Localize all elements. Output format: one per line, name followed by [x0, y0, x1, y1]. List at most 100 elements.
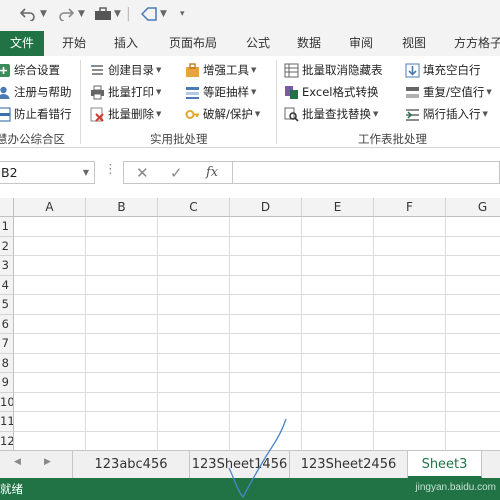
settings-icon — [0, 63, 11, 78]
row-header-2[interactable]: 2 — [0, 236, 14, 256]
batch-find-replace-label: 批量查找替换 — [302, 107, 371, 121]
register-help-button[interactable]: 注册与帮助 — [0, 82, 72, 102]
row-header-7[interactable]: 7 — [0, 334, 14, 354]
tab-insert[interactable]: 插入 — [104, 31, 148, 56]
register-help-label: 注册与帮助 — [14, 85, 72, 99]
sheet-tab-123abc456[interactable]: 123abc456 — [72, 451, 190, 478]
crack-protect-label: 破解/保护 — [203, 107, 253, 121]
toolbox-icon — [185, 62, 200, 78]
cancel-icon[interactable]: ✕ — [136, 164, 149, 182]
customize-icon[interactable]: ▾ — [180, 3, 185, 25]
column-header-d[interactable]: D — [230, 198, 302, 217]
create-directory-button[interactable]: 创建目录 ▼ — [90, 60, 161, 80]
gridline-horizontal — [14, 411, 500, 412]
gridline-horizontal — [14, 235, 500, 237]
chevron-down-icon: ▼ — [156, 66, 162, 74]
batch-delete-button[interactable]: 批量删除 ▼ — [90, 104, 161, 124]
row-header-12[interactable]: 12 — [0, 431, 14, 450]
column-header-c[interactable]: C — [158, 198, 230, 217]
sheet-tab-bar: ◀ ▶ 123abc456 123Sheet1456 123Sheet2456 … — [0, 450, 500, 478]
excel-format-convert-button[interactable]: Excel格式转换 — [284, 82, 378, 102]
row-header-5[interactable]: 5 — [0, 295, 14, 315]
duplicate-empty-rows-label: 重复/空值行 — [423, 85, 485, 99]
general-settings-label: 综合设置 — [14, 63, 60, 77]
chevron-down-icon: ▼ — [486, 88, 492, 96]
equidistant-sampling-button[interactable]: 等距抽样 ▼ — [185, 82, 256, 102]
group-separator — [80, 60, 81, 144]
chevron-down-icon: ▼ — [251, 88, 257, 96]
insert-alternate-rows-button[interactable]: 隔行插入行 ▼ — [405, 104, 488, 124]
row-header-10[interactable]: 10 — [0, 392, 14, 412]
row-header-11[interactable]: 11 — [0, 412, 14, 432]
convert-icon — [284, 85, 299, 100]
shape-icon[interactable] — [140, 3, 158, 25]
create-directory-label: 创建目录 — [108, 63, 154, 77]
user-help-icon — [0, 85, 11, 100]
printer-icon — [90, 85, 105, 100]
row-header-4[interactable]: 4 — [0, 275, 14, 295]
quick-access-toolbar: ▼ ▼ ▼ | ▼ ▾ — [0, 0, 500, 31]
duplicate-empty-rows-button[interactable]: 重复/空值行 ▼ — [405, 82, 492, 102]
gridline-horizontal — [14, 274, 500, 276]
column-header-b[interactable]: B — [86, 198, 158, 217]
undo-dropdown-icon[interactable]: ▼ — [40, 3, 47, 25]
batch-print-button[interactable]: 批量打印 ▼ — [90, 82, 161, 102]
toolbox-icon[interactable] — [94, 3, 112, 25]
sheet-tab-123sheet1456[interactable]: 123Sheet1456 — [190, 451, 290, 478]
batch-find-replace-button[interactable]: 批量查找替换 ▼ — [284, 104, 378, 124]
chevron-down-icon[interactable]: ▼ — [83, 162, 89, 183]
tab-file[interactable]: 文件 — [0, 31, 44, 56]
key-icon — [185, 107, 200, 122]
general-settings-button[interactable]: 综合设置 — [0, 60, 60, 80]
redo-icon[interactable] — [58, 3, 74, 25]
name-box[interactable]: B2 ▼ — [0, 161, 95, 184]
column-header-e[interactable]: E — [302, 198, 374, 217]
sheet-grid-icon — [284, 63, 299, 78]
batch-unhide-sheets-button[interactable]: 批量取消隐藏表 — [284, 60, 383, 80]
tab-formulas[interactable]: 公式 — [236, 31, 280, 56]
prevent-misread-row-label: 防止看错行 — [14, 107, 72, 121]
fill-blank-rows-label: 填充空白行 — [423, 63, 481, 77]
row-header-3[interactable]: 3 — [0, 256, 14, 276]
fill-blank-rows-button[interactable]: 填充空白行 — [405, 60, 481, 80]
more-icon[interactable]: ⋮ — [104, 162, 117, 177]
sheet-tab-sheet3[interactable]: Sheet3 — [408, 451, 482, 478]
enhanced-tools-button[interactable]: 增强工具 ▼ — [185, 60, 256, 80]
row-header-9[interactable]: 9 — [0, 373, 14, 393]
tab-fangfanggezi[interactable]: 方方格子 — [446, 31, 500, 56]
chevron-down-icon: ▼ — [156, 88, 162, 96]
prevent-misread-row-button[interactable]: 防止看错行 — [0, 104, 72, 124]
confirm-icon[interactable]: ✓ — [170, 164, 183, 182]
directory-list-icon — [90, 63, 105, 78]
tab-home[interactable]: 开始 — [52, 31, 96, 56]
select-all-corner[interactable] — [0, 198, 14, 217]
row-header-6[interactable]: 6 — [0, 314, 14, 334]
worksheet-grid[interactable]: ABCDEFG 1 2 3 4 5 6 7 8 9 10 11 12 — [0, 198, 500, 450]
duplicate-rows-icon — [405, 85, 420, 100]
insert-function-icon[interactable]: fx — [206, 165, 218, 180]
watermark: jingyan.baidu.com — [415, 482, 496, 493]
chevron-down-icon: ▼ — [251, 66, 257, 74]
chevron-down-icon: ▼ — [373, 110, 379, 118]
column-header-g[interactable]: G — [446, 198, 500, 217]
formula-input[interactable] — [233, 161, 500, 184]
row-header-8[interactable]: 8 — [0, 353, 14, 373]
scroll-right-icon[interactable]: ▶ — [44, 457, 51, 467]
undo-icon[interactable] — [20, 3, 36, 25]
tab-view[interactable]: 视图 — [392, 31, 436, 56]
crack-protect-button[interactable]: 破解/保护 ▼ — [185, 104, 260, 124]
toolbox-dropdown-icon[interactable]: ▼ — [114, 3, 121, 25]
redo-dropdown-icon[interactable]: ▼ — [78, 3, 85, 25]
tab-data[interactable]: 数据 — [287, 31, 331, 56]
column-header-f[interactable]: F — [374, 198, 446, 217]
tab-page-layout[interactable]: 页面布局 — [160, 31, 226, 56]
row-header-1[interactable]: 1 — [0, 217, 14, 237]
row-highlight-icon — [0, 106, 11, 122]
scroll-left-icon[interactable]: ◀ — [14, 457, 21, 467]
group-separator — [276, 60, 277, 144]
tab-review[interactable]: 审阅 — [339, 31, 383, 56]
column-header-a[interactable]: A — [14, 198, 86, 217]
sheet-tab-123sheet2456[interactable]: 123Sheet2456 — [290, 451, 408, 478]
shape-dropdown-icon[interactable]: ▼ — [160, 3, 167, 25]
gridline-horizontal — [14, 313, 500, 315]
